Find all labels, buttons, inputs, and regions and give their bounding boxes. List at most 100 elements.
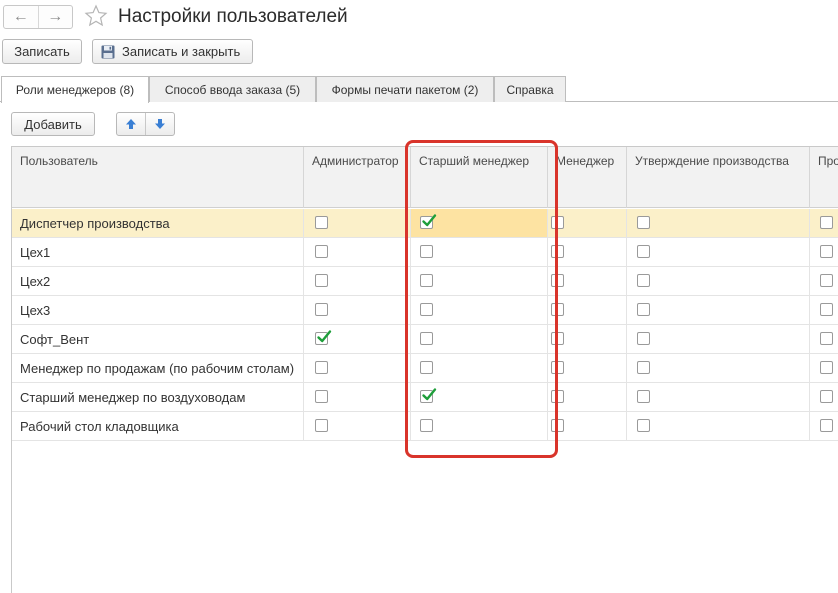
checkbox[interactable]: [420, 419, 433, 432]
checkbox[interactable]: [551, 332, 564, 345]
checkbox[interactable]: [551, 390, 564, 403]
checkbox[interactable]: [637, 361, 650, 374]
checkbox[interactable]: [820, 390, 833, 403]
checkbox[interactable]: [315, 245, 328, 258]
cell-role[interactable]: [810, 238, 838, 267]
column-header-production-approval[interactable]: Утверждение производства: [627, 147, 810, 208]
cell-role[interactable]: [411, 209, 548, 238]
cell-user[interactable]: Цех2: [12, 267, 304, 296]
checkbox[interactable]: [820, 216, 833, 229]
table-row[interactable]: Старший менеджер по воздуховодам: [12, 383, 838, 412]
cell-user[interactable]: Менеджер по продажам (по рабочим столам): [12, 354, 304, 383]
checkbox[interactable]: [315, 390, 328, 403]
table-row[interactable]: Цех1: [12, 238, 838, 267]
column-header-manager[interactable]: Менеджер: [548, 147, 627, 208]
checkbox[interactable]: [637, 274, 650, 287]
column-header-pro[interactable]: Про: [810, 147, 838, 208]
cell-role[interactable]: [304, 412, 411, 441]
table-row[interactable]: Цех3: [12, 296, 838, 325]
cell-role[interactable]: [627, 238, 810, 267]
cell-role[interactable]: [304, 296, 411, 325]
checkbox[interactable]: [551, 274, 564, 287]
checkbox[interactable]: [315, 216, 328, 229]
save-and-close-button[interactable]: Записать и закрыть: [92, 39, 253, 64]
cell-role[interactable]: [304, 325, 411, 354]
checkbox-checked[interactable]: [420, 388, 437, 403]
checkbox[interactable]: [637, 419, 650, 432]
cell-user[interactable]: Рабочий стол кладовщика: [12, 412, 304, 441]
checkbox[interactable]: [637, 332, 650, 345]
checkbox[interactable]: [551, 361, 564, 374]
star-icon[interactable]: [84, 4, 108, 28]
cell-role[interactable]: [627, 325, 810, 354]
cell-role[interactable]: [411, 238, 548, 267]
back-button[interactable]: ←: [4, 6, 38, 28]
cell-role[interactable]: [548, 296, 627, 325]
cell-role[interactable]: [810, 325, 838, 354]
checkbox[interactable]: [315, 303, 328, 316]
checkbox[interactable]: [420, 274, 433, 287]
cell-role[interactable]: [411, 383, 548, 412]
cell-user[interactable]: Старший менеджер по воздуховодам: [12, 383, 304, 412]
checkbox[interactable]: [551, 245, 564, 258]
cell-role[interactable]: [304, 383, 411, 412]
checkbox[interactable]: [315, 274, 328, 287]
tab-help[interactable]: Справка: [494, 76, 566, 102]
cell-role[interactable]: [627, 209, 810, 238]
cell-role[interactable]: [627, 412, 810, 441]
checkbox[interactable]: [420, 303, 433, 316]
checkbox[interactable]: [820, 361, 833, 374]
table-row[interactable]: Цех2: [12, 267, 838, 296]
cell-role[interactable]: [810, 296, 838, 325]
checkbox[interactable]: [637, 216, 650, 229]
cell-user[interactable]: Цех1: [12, 238, 304, 267]
cell-role[interactable]: [548, 209, 627, 238]
column-header-user[interactable]: Пользователь: [12, 147, 304, 208]
checkbox[interactable]: [420, 361, 433, 374]
checkbox[interactable]: [551, 419, 564, 432]
checkbox-checked[interactable]: [315, 330, 332, 345]
checkbox[interactable]: [551, 303, 564, 316]
cell-role[interactable]: [548, 383, 627, 412]
table-row[interactable]: Менеджер по продажам (по рабочим столам): [12, 354, 838, 383]
column-header-administrator[interactable]: Администратор: [304, 147, 411, 208]
add-button[interactable]: Добавить: [11, 112, 95, 136]
table-row[interactable]: Софт_Вент: [12, 325, 838, 354]
cell-role[interactable]: [411, 296, 548, 325]
tab-order-input-method[interactable]: Способ ввода заказа (5): [149, 76, 316, 102]
cell-role[interactable]: [627, 383, 810, 412]
checkbox[interactable]: [637, 303, 650, 316]
cell-role[interactable]: [411, 354, 548, 383]
cell-role[interactable]: [411, 325, 548, 354]
forward-button[interactable]: →: [37, 6, 73, 28]
cell-user[interactable]: Софт_Вент: [12, 325, 304, 354]
cell-role[interactable]: [411, 267, 548, 296]
table-row[interactable]: Диспетчер производства: [12, 209, 838, 238]
checkbox[interactable]: [637, 390, 650, 403]
checkbox[interactable]: [637, 245, 650, 258]
checkbox[interactable]: [315, 361, 328, 374]
cell-role[interactable]: [627, 296, 810, 325]
move-down-button[interactable]: [145, 113, 174, 135]
checkbox[interactable]: [820, 303, 833, 316]
checkbox[interactable]: [820, 245, 833, 258]
cell-role[interactable]: [304, 209, 411, 238]
cell-role[interactable]: [810, 209, 838, 238]
column-header-senior-manager[interactable]: Старший менеджер: [411, 147, 548, 208]
cell-role[interactable]: [304, 267, 411, 296]
checkbox[interactable]: [551, 216, 564, 229]
checkbox-checked[interactable]: [420, 214, 437, 229]
cell-role[interactable]: [548, 412, 627, 441]
checkbox[interactable]: [420, 332, 433, 345]
cell-user[interactable]: Цех3: [12, 296, 304, 325]
cell-role[interactable]: [810, 412, 838, 441]
cell-role[interactable]: [627, 354, 810, 383]
checkbox[interactable]: [820, 332, 833, 345]
cell-role[interactable]: [548, 325, 627, 354]
tab-batch-print-forms[interactable]: Формы печати пакетом (2): [316, 76, 494, 102]
table-row[interactable]: Рабочий стол кладовщика: [12, 412, 838, 441]
cell-role[interactable]: [548, 267, 627, 296]
cell-user[interactable]: Диспетчер производства: [12, 209, 304, 238]
checkbox[interactable]: [420, 245, 433, 258]
cell-role[interactable]: [304, 238, 411, 267]
